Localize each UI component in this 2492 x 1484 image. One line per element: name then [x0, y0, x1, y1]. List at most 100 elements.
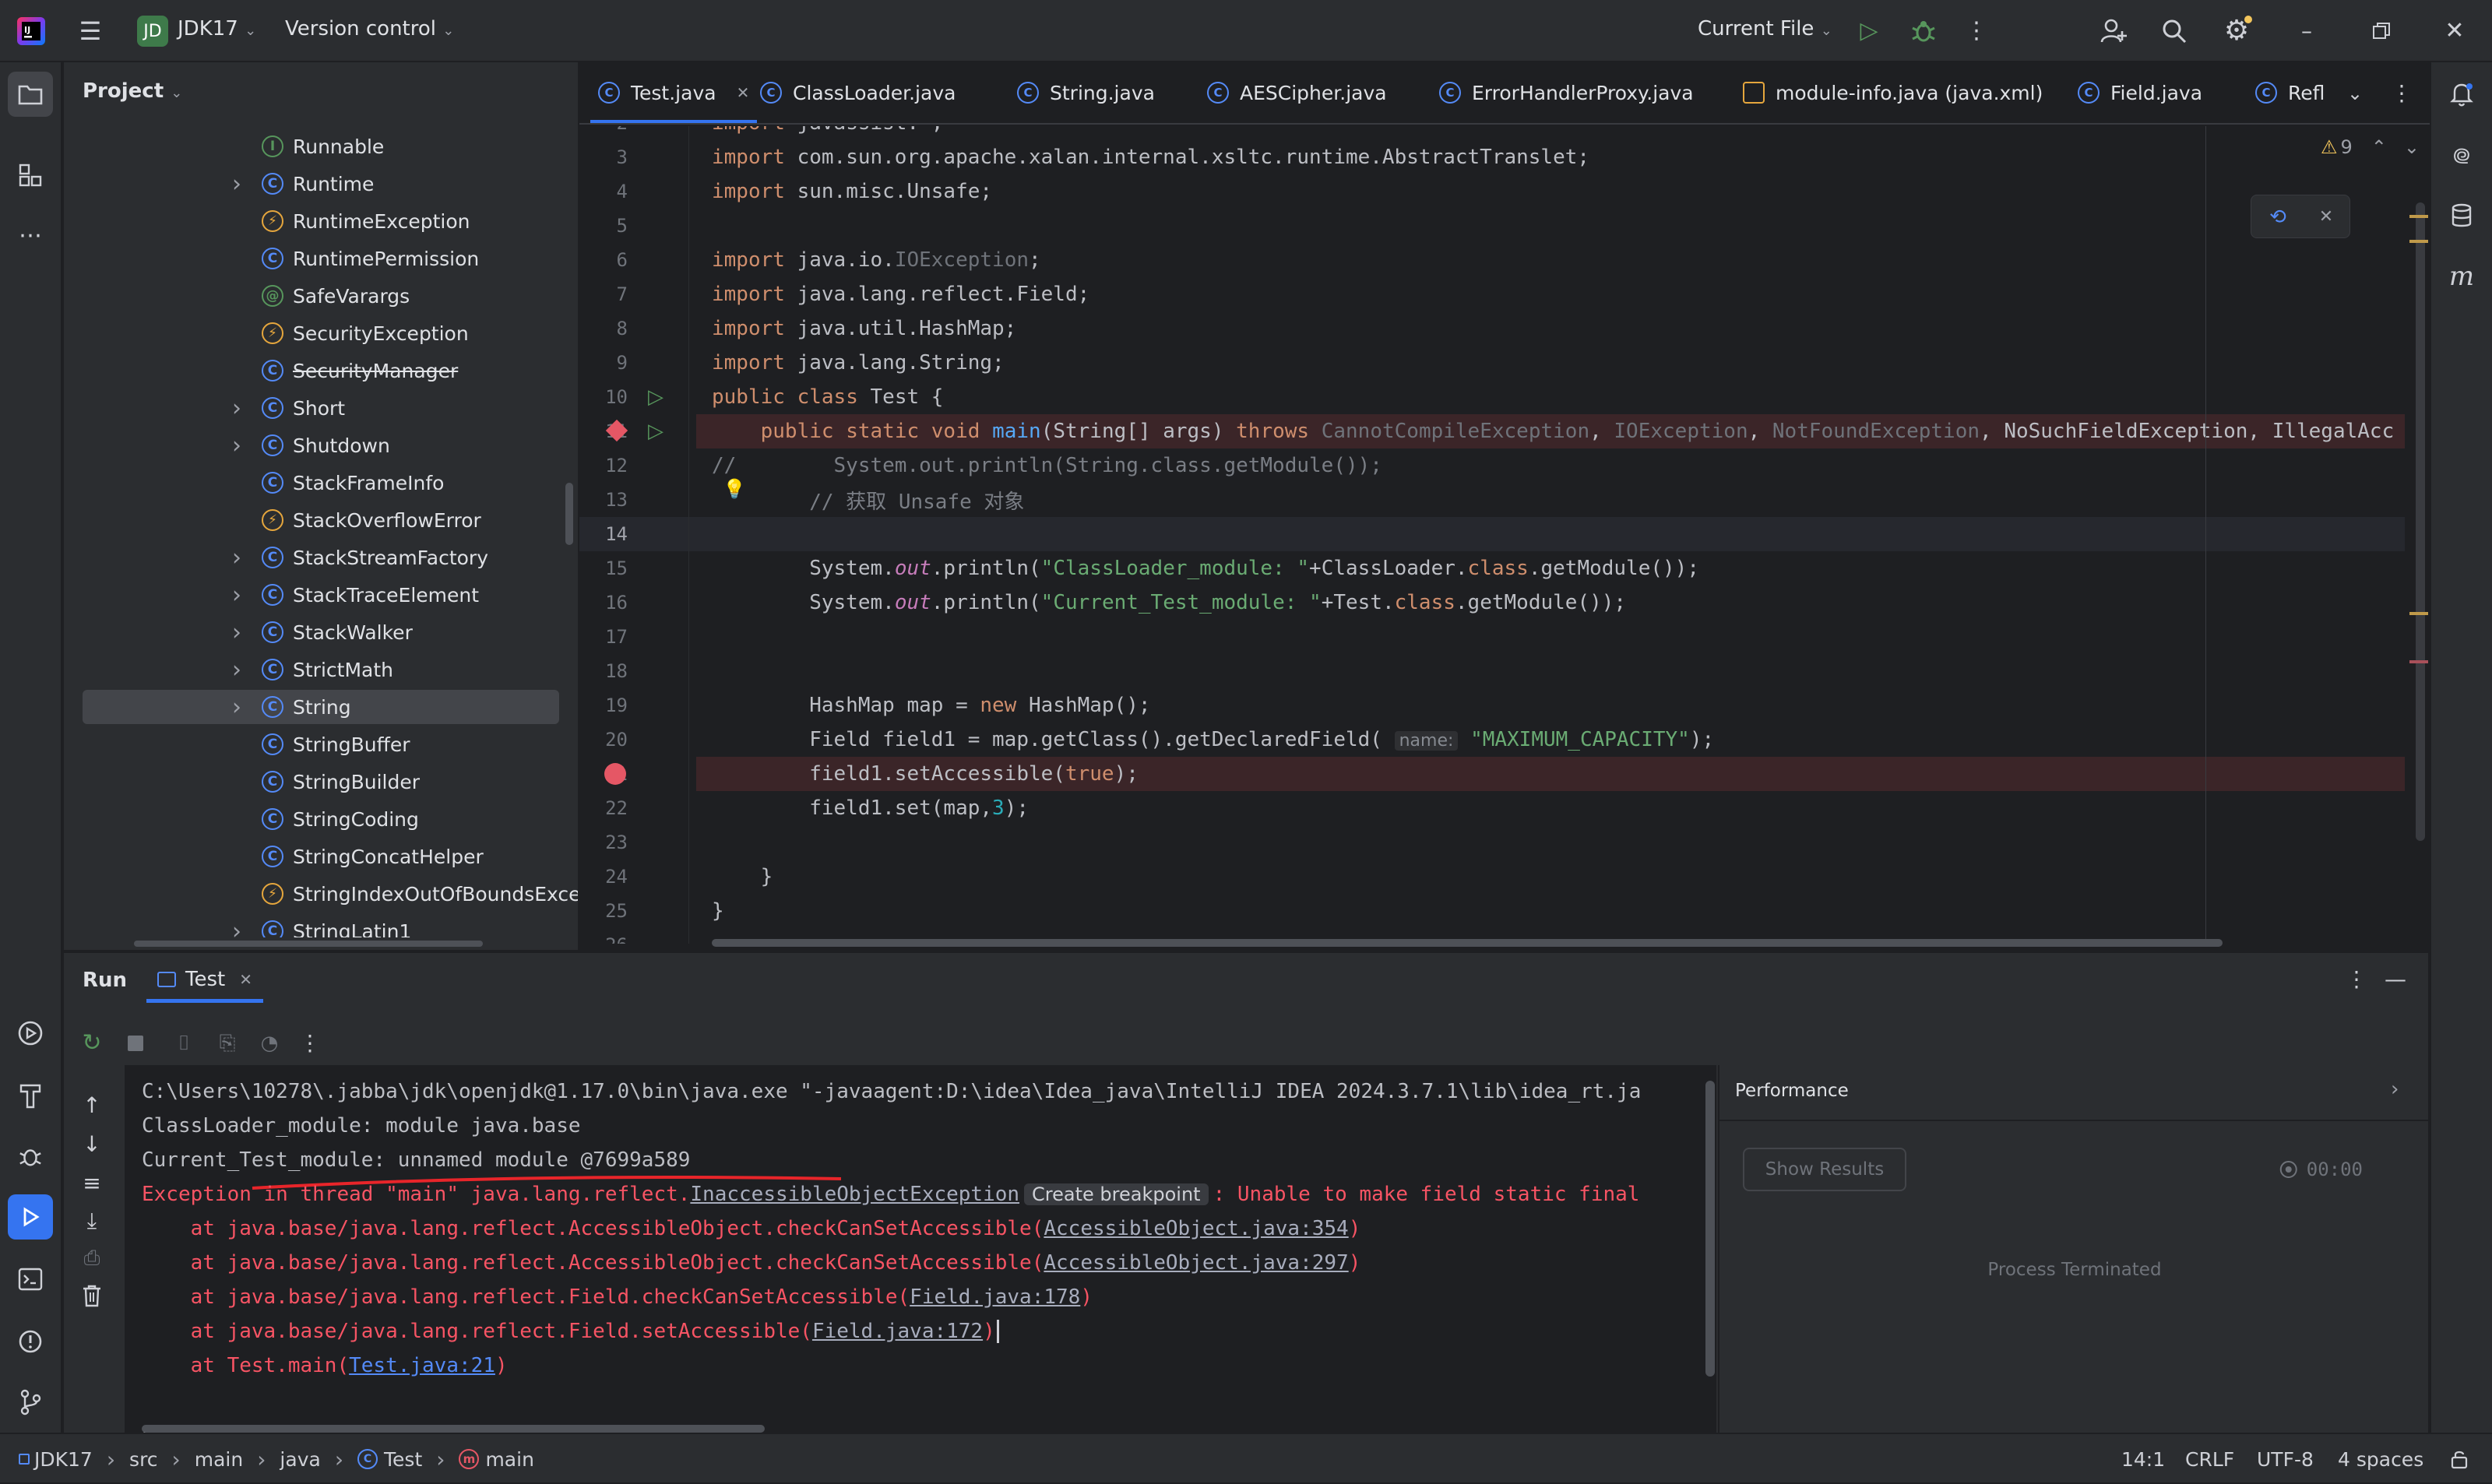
more-actions-icon[interactable]: ⋮ [1961, 16, 1992, 47]
editor-hscroll-thumb[interactable] [712, 939, 2223, 947]
tree-item[interactable]: C StringBuilder [64, 763, 562, 800]
console-hscroll-thumb[interactable] [142, 1425, 765, 1433]
expand-chevron-icon[interactable]: › [232, 694, 241, 721]
code-line[interactable]: 12 // System.out.println(String.class.get… [579, 448, 2430, 483]
tree-item[interactable]: C StackFrameInfo [64, 464, 562, 501]
expand-chevron-icon[interactable]: › [232, 656, 241, 684]
expand-chevron-icon[interactable]: › [232, 619, 241, 646]
screenshot-icon[interactable]: ⌷ [168, 1028, 199, 1059]
code-line[interactable]: 18 [579, 654, 2430, 688]
more-run-actions-icon[interactable]: ⋮ [294, 1028, 326, 1059]
code-line[interactable]: 23 [579, 825, 2430, 860]
tree-item[interactable]: ⚡ StringIndexOutOfBoundsExcept [64, 875, 578, 913]
code-line[interactable]: 11 public static void main(String[] args… [579, 414, 2430, 448]
stack-frame-link[interactable]: Field.java:172 [812, 1320, 983, 1343]
expand-chevron-icon[interactable]: › [232, 582, 241, 609]
close-tab-icon[interactable]: ✕ [239, 970, 252, 989]
tab-list-chevron-icon[interactable]: ⌄ [2339, 78, 2371, 109]
arrow-down-icon[interactable]: ↓ [76, 1129, 107, 1160]
search-icon[interactable] [2157, 16, 2191, 47]
close-tab-icon[interactable]: ✕ [737, 83, 750, 102]
tab-more-icon[interactable]: ⋮ [2386, 78, 2417, 109]
git-branch-icon[interactable] [14, 1386, 47, 1419]
code-line[interactable]: 8 import java.util.HashMap; [579, 311, 2430, 346]
tree-item[interactable]: I Runnable [64, 128, 562, 165]
problems-icon[interactable] [14, 1325, 47, 1358]
readonly-lock-icon[interactable] [2444, 1444, 2475, 1475]
tree-item[interactable]: ⚡ RuntimeException [64, 202, 562, 240]
tree-item[interactable]: C SecurityManager [64, 352, 562, 389]
main-menu-icon[interactable]: ☰ [75, 16, 106, 47]
project-folder-icon[interactable] [8, 72, 53, 117]
restore-icon[interactable] [2364, 16, 2399, 47]
code-line[interactable]: 21 field1.setAccessible(true); [579, 757, 2430, 791]
run-tab-test[interactable]: Test ✕ [146, 959, 263, 1003]
create-breakpoint-chip[interactable]: Create breakpoint [1024, 1183, 1209, 1205]
gutter-run-icon[interactable]: ▷ [648, 420, 663, 443]
reload-changes-icon[interactable]: ⟲ [2262, 202, 2293, 233]
gutter-run-icon[interactable]: ▷ [648, 385, 663, 409]
tab-module-info-java-java-xml[interactable]: module-info.java (java.xml) [1743, 62, 2043, 123]
structure-icon[interactable] [14, 159, 47, 192]
close-window-icon[interactable]: ✕ [2437, 16, 2472, 47]
notifications-bell-icon[interactable] [2445, 78, 2478, 111]
tree-item[interactable]: › C StringLatin1 [64, 913, 562, 937]
terminal-icon[interactable] [14, 1263, 47, 1296]
code-line[interactable]: 6 import java.io.IOException; [579, 243, 2430, 277]
tree-hscrollbar-thumb[interactable] [134, 941, 483, 947]
database-icon[interactable] [2445, 199, 2478, 232]
tab-errorhandlerproxy-java[interactable]: C ErrorHandlerProxy.java [1439, 62, 1694, 123]
minimize-icon[interactable]: – [2290, 16, 2324, 47]
stack-frame-link-user[interactable]: Test.java:21 [349, 1354, 495, 1377]
caret-position[interactable]: 14:1 [2121, 1434, 2165, 1484]
console-output[interactable]: C:\Users\10278\.jabba\jdk\openjdk@1.17.0… [125, 1065, 1716, 1433]
lightbulb-icon[interactable]: 💡 [723, 478, 746, 500]
run-tool-icon[interactable] [8, 1194, 53, 1240]
tree-item[interactable]: C StringConcatHelper [64, 838, 562, 875]
tree-item[interactable]: › C Short [64, 389, 562, 427]
inspections-widget[interactable]: ⚠ 9 ⌃ ⌄ [2321, 134, 2420, 160]
tree-item[interactable]: ⚡ SecurityException [64, 315, 562, 352]
maven-icon[interactable]: m [2445, 260, 2478, 293]
code-line[interactable]: 22 field1.set(map,3); [579, 791, 2430, 825]
breadcrumb-item[interactable]: Test [384, 1448, 422, 1471]
code-line[interactable]: 2 import javassist.*; [579, 126, 2430, 140]
stop-icon[interactable] [120, 1028, 151, 1059]
debug-bug-icon[interactable] [14, 1140, 47, 1173]
restore-layout-icon[interactable]: ⎘ [212, 1028, 243, 1059]
rerun-icon[interactable]: ↻ [76, 1028, 107, 1059]
clear-trash-icon[interactable] [76, 1280, 107, 1311]
stack-frame-link[interactable]: AccessibleObject.java:297 [1044, 1251, 1348, 1275]
stack-frame-link[interactable]: AccessibleObject.java:354 [1044, 1217, 1348, 1240]
code-line[interactable]: 7 import java.lang.reflect.Field; [579, 277, 2430, 311]
file-encoding[interactable]: UTF-8 [2257, 1434, 2314, 1484]
tree-item[interactable]: › C StackTraceElement [64, 576, 562, 614]
code-line[interactable]: 20 Field field1 = map.getClass().getDecl… [579, 723, 2430, 757]
breadcrumb-item[interactable]: main [485, 1448, 533, 1471]
stack-frame-link[interactable]: Field.java:178 [910, 1285, 1080, 1309]
expand-chevron-icon[interactable]: › [232, 918, 241, 938]
tree-item[interactable]: › C Runtime [64, 165, 562, 202]
tree-item[interactable]: › C Shutdown [64, 427, 562, 464]
code-line[interactable]: 4 import sun.misc.Unsafe; [579, 174, 2430, 209]
run-config-dropdown[interactable]: Current File ⌄ [1698, 17, 1832, 40]
code-line[interactable]: 15 System.out.println("ClassLoader_modul… [579, 551, 2430, 586]
soft-wrap-icon[interactable]: ≡ [76, 1168, 107, 1199]
code-line[interactable]: 25} [579, 894, 2430, 928]
breadcrumb-item[interactable]: java [280, 1448, 320, 1471]
expand-chevron-icon[interactable]: › [232, 171, 241, 198]
show-results-button[interactable]: Show Results [1743, 1148, 1906, 1191]
breadcrumb-item[interactable]: src [129, 1448, 158, 1471]
tab-refl[interactable]: C Refl [2255, 62, 2336, 123]
chevron-right-icon[interactable]: › [2391, 1078, 2399, 1101]
tab-string-java[interactable]: C String.java [1017, 62, 1155, 123]
indent-setting[interactable]: 4 spaces [2338, 1434, 2423, 1484]
tree-item[interactable]: › C String [64, 688, 562, 726]
expand-chevron-icon[interactable]: › [232, 544, 241, 571]
tree-item[interactable]: › C StackStreamFactory [64, 539, 562, 576]
code-line[interactable]: 3 import com.sun.org.apache.xalan.interna… [579, 140, 2430, 174]
tree-item[interactable]: › C StrictMath [64, 651, 562, 688]
project-badge[interactable]: JD [137, 16, 168, 47]
code-line[interactable]: 13 // 获取 Unsafe 对象 💡 [579, 478, 2430, 517]
intellij-logo-icon[interactable]: IJ [16, 16, 47, 47]
